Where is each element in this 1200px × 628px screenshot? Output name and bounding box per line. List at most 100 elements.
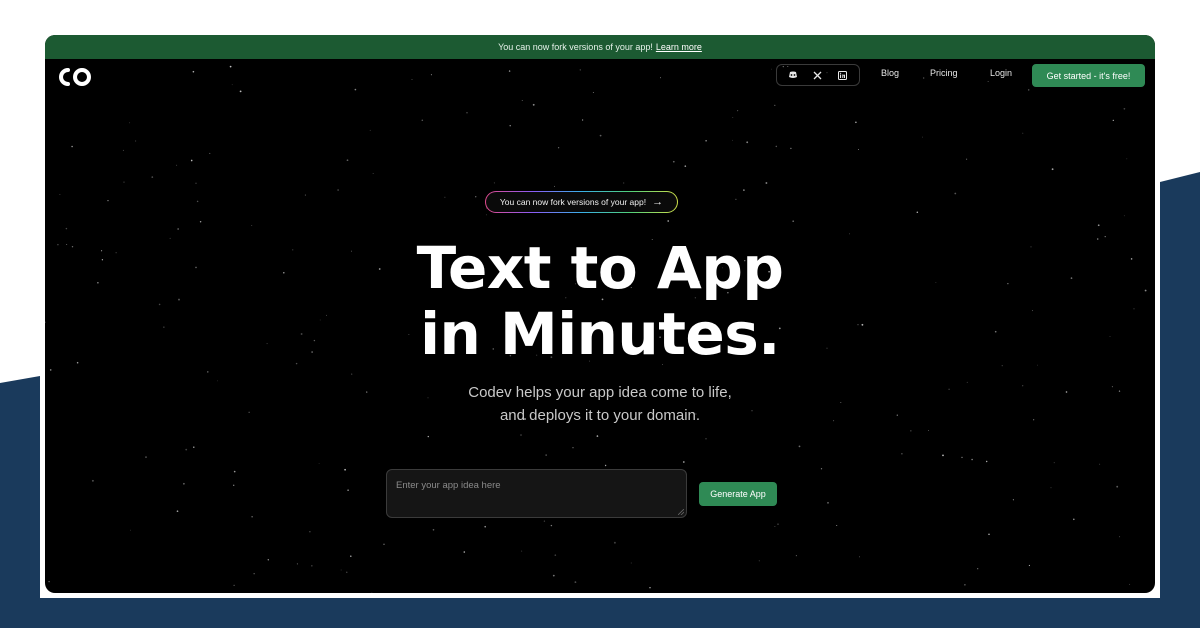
announcement-pill[interactable]: You can now fork versions of your app! → — [485, 191, 678, 213]
input-placeholder: Enter your app idea here — [396, 480, 501, 491]
hero-subtitle: Codev helps your app idea come to life, … — [45, 381, 1155, 427]
star — [604, 464, 607, 467]
star — [253, 573, 255, 575]
generate-app-button[interactable]: Generate App — [699, 482, 777, 506]
subtitle-line-1: Codev helps your app idea come to life, — [468, 384, 732, 401]
headline-line-1: Text to App — [416, 234, 784, 302]
star — [296, 563, 298, 565]
star — [311, 565, 313, 567]
star — [613, 541, 616, 544]
star — [48, 580, 50, 583]
star — [923, 77, 925, 79]
star — [986, 460, 988, 463]
star — [684, 165, 687, 167]
star — [207, 371, 209, 373]
star — [550, 524, 553, 527]
linkedin-icon[interactable] — [834, 66, 852, 84]
star — [521, 550, 523, 552]
get-started-button[interactable]: Get started - it's free! — [1032, 64, 1145, 87]
nav-blog-link[interactable]: Blog — [881, 68, 899, 78]
star — [552, 574, 555, 577]
star — [71, 145, 73, 148]
star — [988, 533, 990, 536]
star — [777, 523, 779, 525]
x-icon[interactable] — [809, 66, 827, 84]
learn-more-link[interactable]: Learn more — [656, 42, 702, 52]
star — [233, 584, 235, 587]
star — [346, 159, 349, 162]
star — [682, 461, 685, 463]
nav-pricing-link[interactable]: Pricing — [930, 68, 958, 78]
star — [579, 69, 581, 71]
star — [444, 196, 446, 198]
star — [554, 554, 557, 556]
star — [239, 90, 242, 93]
star — [1028, 564, 1030, 567]
star — [251, 516, 253, 518]
star — [347, 489, 349, 492]
co-logo-icon[interactable] — [56, 67, 94, 87]
star — [192, 70, 195, 73]
star — [659, 77, 662, 79]
star — [231, 84, 233, 86]
star — [623, 182, 625, 184]
discord-icon[interactable] — [784, 66, 802, 84]
star — [346, 571, 348, 573]
app-idea-input[interactable]: Enter your app idea here — [386, 469, 687, 518]
star — [233, 484, 235, 486]
star — [1012, 499, 1014, 501]
star — [371, 591, 373, 593]
star — [185, 448, 188, 451]
star — [199, 221, 202, 223]
star — [942, 454, 944, 457]
banner-text: You can now fork versions of your app! — [498, 42, 653, 52]
star — [857, 149, 859, 151]
star — [1050, 487, 1052, 489]
star — [667, 220, 670, 222]
star — [233, 470, 236, 473]
star — [107, 199, 109, 202]
star — [1123, 215, 1125, 217]
star — [1027, 89, 1030, 91]
star — [508, 70, 511, 72]
star — [229, 65, 232, 68]
hero-headline: Text to App in Minutes. — [45, 235, 1155, 367]
star — [340, 569, 342, 571]
star — [129, 122, 131, 124]
star — [790, 147, 792, 150]
star — [251, 225, 253, 226]
star — [351, 373, 353, 375]
star — [557, 147, 560, 149]
star — [195, 182, 197, 184]
star — [466, 112, 468, 114]
star — [961, 456, 963, 459]
star — [916, 211, 919, 214]
headline-line-2: in Minutes. — [420, 300, 780, 368]
star — [493, 182, 495, 184]
star — [193, 446, 195, 448]
star — [798, 445, 801, 448]
pill-text: You can now fork versions of your app! — [499, 197, 647, 207]
star — [987, 81, 989, 82]
star — [130, 529, 131, 531]
star — [344, 468, 346, 471]
resize-handle-icon[interactable] — [678, 509, 684, 515]
star — [743, 189, 745, 191]
star — [592, 91, 594, 94]
star — [977, 568, 979, 570]
star — [337, 189, 339, 191]
star — [369, 129, 371, 131]
star — [475, 196, 477, 198]
arrow-right-icon: → — [652, 196, 664, 208]
star — [1051, 168, 1054, 171]
announcement-banner: You can now fork versions of your app! L… — [45, 35, 1155, 59]
star — [966, 158, 968, 160]
star — [411, 79, 413, 80]
star — [267, 559, 269, 561]
star — [859, 556, 860, 558]
nav-login-link[interactable]: Login — [990, 68, 1012, 78]
star — [649, 586, 651, 589]
star — [196, 200, 199, 203]
star — [177, 228, 179, 230]
star — [775, 145, 778, 148]
